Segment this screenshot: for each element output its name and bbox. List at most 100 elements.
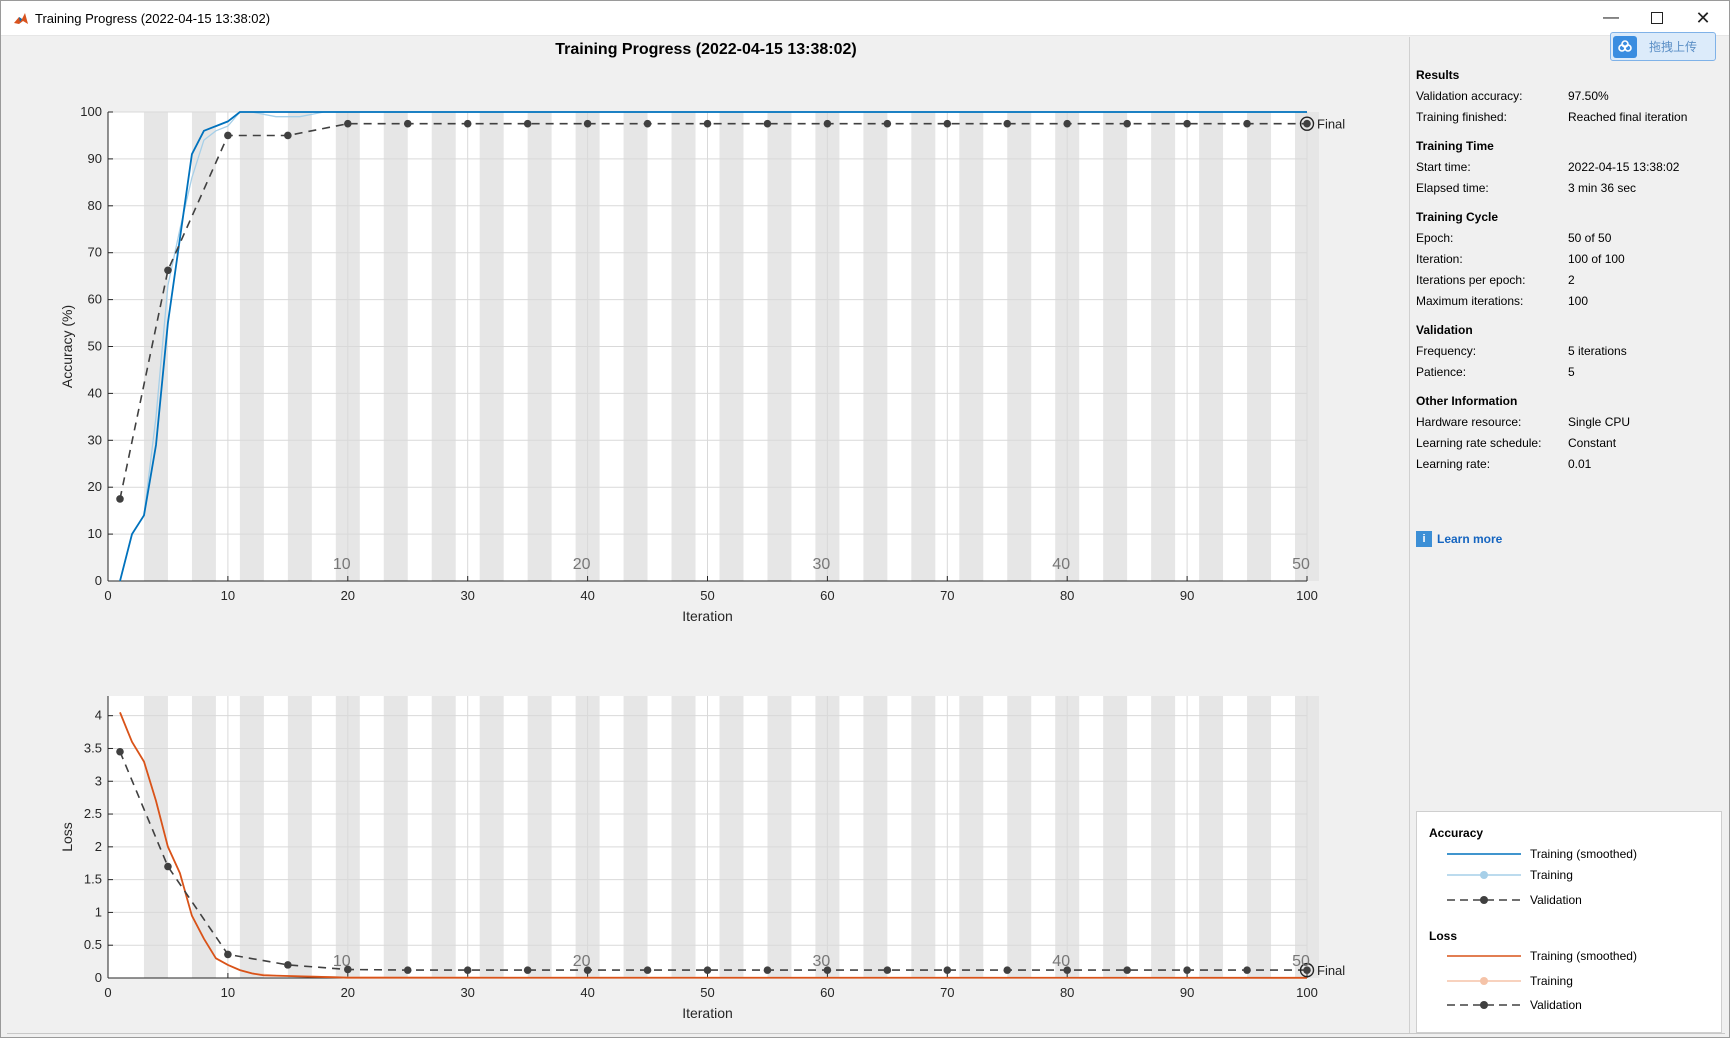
loss-validation-point [643, 966, 652, 974]
epoch-band [767, 696, 792, 978]
accuracy-x-axis-label: Iteration [682, 608, 733, 624]
legend-loss-validation-label: Validation [1530, 998, 1582, 1012]
epoch-band [1199, 696, 1224, 978]
loss-validation-point [1123, 966, 1131, 974]
legend-acc-validation-swatch [1447, 896, 1521, 904]
x-tick-label: 70 [940, 985, 954, 1000]
accuracy-validation-point [164, 266, 172, 275]
y-tick-label: 3 [95, 773, 102, 788]
x-tick-label: 70 [940, 588, 954, 603]
x-tick-label: 0 [104, 985, 111, 1000]
info-value: 5 iterations [1568, 344, 1627, 358]
y-tick-label: 90 [88, 151, 102, 166]
x-tick-label: 20 [341, 985, 355, 1000]
epoch-label: 30 [813, 556, 831, 573]
epoch-band [287, 696, 312, 978]
accuracy-validation-point [883, 119, 892, 128]
epoch-band [191, 696, 216, 978]
epoch-band [383, 696, 408, 978]
x-tick-label: 30 [460, 985, 474, 1000]
info-value: 100 [1568, 294, 1589, 308]
maximize-button[interactable] [1634, 1, 1680, 35]
info-key: Epoch: [1416, 231, 1454, 245]
accuracy-y-axis-label: Accuracy (%) [59, 305, 75, 388]
loss-validation-point [1003, 966, 1012, 974]
x-tick-label: 90 [1180, 985, 1194, 1000]
upload-button[interactable]: 拖拽上传 [1610, 32, 1716, 61]
loss-validation-point [883, 966, 892, 974]
epoch-band [911, 696, 936, 978]
y-tick-label: 0.5 [84, 937, 102, 952]
training-info: Results Validation accuracy: 97.50% Trainin… [1416, 65, 1716, 475]
info-value: 2022-04-15 13:38:02 [1568, 160, 1680, 174]
loss-validation-point [703, 966, 712, 974]
training-plots: 0 10 20 30 40 50 60 70 80 90 100010203040506070809… [59, 104, 1345, 1021]
minimize-button[interactable]: — [1588, 1, 1634, 35]
epoch-band [959, 696, 984, 978]
loss-validation-point [763, 966, 772, 974]
legend-acc-smoothed-label: Training (smoothed) [1530, 847, 1637, 861]
accuracy-validation-point [116, 495, 124, 503]
info-row: Elapsed time: 3 min 36 sec [1416, 178, 1716, 199]
info-row: Frequency: 5 iterations [1416, 341, 1716, 362]
loss-validation-point [164, 862, 172, 871]
epoch-label: 20 [573, 556, 591, 573]
bottom-border [7, 1033, 1725, 1034]
loss-validation-point [523, 966, 532, 974]
info-key: Learning rate schedule: [1416, 436, 1542, 450]
upload-label: 拖拽上传 [1649, 40, 1698, 54]
x-tick-label: 0 [104, 588, 111, 603]
epoch-band [1151, 696, 1176, 978]
x-tick-label: 20 [341, 588, 355, 603]
accuracy-plot [107, 111, 1319, 582]
x-tick-label: 90 [1180, 588, 1194, 603]
legend-loss-training-swatch [1447, 977, 1521, 985]
info-section-heading: Results [1416, 68, 1460, 82]
y-tick-label: 0 [95, 970, 102, 985]
x-tick-label: 50 [700, 985, 714, 1000]
x-tick-label: 40 [580, 985, 594, 1000]
y-tick-label: 80 [88, 198, 102, 213]
y-tick-label: 30 [88, 432, 102, 447]
info-section-heading: Validation [1416, 323, 1473, 337]
y-tick-label: 1.5 [84, 872, 102, 887]
legend-loss-training-label: Training [1530, 974, 1573, 988]
y-tick-label: 10 [88, 526, 102, 541]
info-key: Patience: [1416, 365, 1467, 379]
close-button[interactable]: ✕ [1680, 1, 1726, 35]
info-value: 50 of 50 [1568, 231, 1612, 245]
x-tick-label: 10 [221, 985, 235, 1000]
learn-more-link[interactable]: i Learn more [1416, 531, 1502, 547]
info-key: Validation accuracy: [1416, 89, 1523, 103]
epoch-label: 40 [1052, 556, 1070, 573]
y-tick-label: 20 [88, 479, 102, 494]
legend-loss-validation-swatch [1447, 1001, 1521, 1009]
legend-loss-smoothed-label: Training (smoothed) [1530, 949, 1637, 963]
x-tick-label: 100 [1296, 985, 1318, 1000]
info-row: Hardware resource: Single CPU [1416, 412, 1716, 433]
loss-validation-point [1183, 966, 1191, 974]
info-value: Single CPU [1568, 415, 1631, 429]
info-value: 2 [1568, 273, 1575, 287]
accuracy-validation-point [523, 119, 532, 128]
accuracy-validation-point [703, 119, 712, 128]
y-tick-label: 40 [88, 385, 102, 400]
legend-acc-validation-label: Validation [1530, 893, 1582, 907]
accuracy-validation-point [1123, 119, 1131, 128]
info-value: 0.01 [1568, 457, 1592, 471]
info-value: 97.50% [1568, 89, 1609, 103]
info-row: Start time: 2022-04-15 13:38:02 [1416, 157, 1716, 178]
legend-loss-heading: Loss [1429, 929, 1458, 943]
info-icon: i [1416, 531, 1432, 547]
info-section-heading: Other Information [1416, 394, 1518, 408]
close-icon: ✕ [1695, 7, 1711, 28]
info-row: Iterations per epoch: 2 [1416, 270, 1716, 291]
x-tick-label: 80 [1060, 985, 1074, 1000]
epoch-label: 10 [333, 953, 351, 970]
epoch-band [623, 696, 648, 978]
accuracy-final-label: Final [1317, 117, 1345, 132]
epoch-band [671, 696, 696, 978]
loss-validation-point [224, 950, 232, 959]
info-value: 3 min 36 sec [1568, 181, 1637, 195]
legend-acc-training-swatch [1447, 871, 1521, 879]
